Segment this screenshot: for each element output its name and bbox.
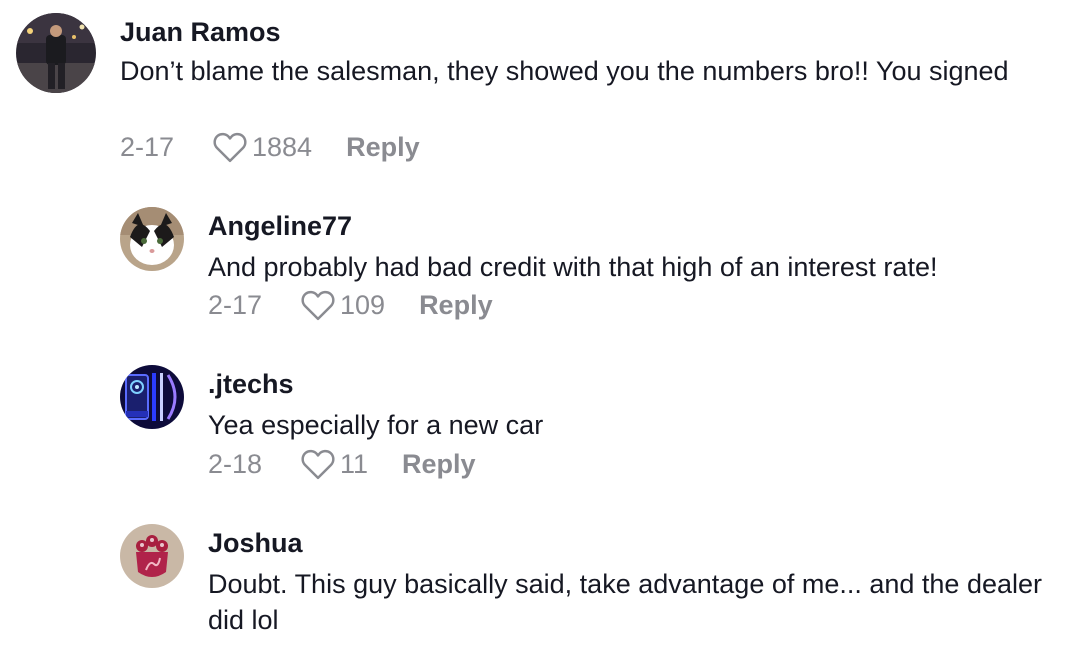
comment-meta: 2-17 1884 Reply xyxy=(120,131,420,163)
like-button[interactable]: 11 xyxy=(300,448,368,480)
avatar[interactable] xyxy=(16,13,96,93)
comment-username[interactable]: Juan Ramos xyxy=(120,17,281,48)
comment-text: And probably had bad credit with that hi… xyxy=(208,252,938,282)
comment-username[interactable]: Angeline77 xyxy=(208,211,352,242)
comment-date: 2-17 xyxy=(120,131,175,162)
heart-outline-icon xyxy=(301,449,335,480)
avatar[interactable] xyxy=(120,524,184,588)
comment-text: Doubt. This guy basically said, take adv… xyxy=(208,569,1043,635)
comment-meta: 2-18 11 Reply xyxy=(208,448,476,480)
avatar[interactable] xyxy=(120,365,184,429)
reply-button[interactable]: Reply xyxy=(419,290,493,321)
like-count: 11 xyxy=(340,448,369,479)
like-count: 1884 xyxy=(252,131,313,162)
comment-text: Don’t blame the salesman, they showed yo… xyxy=(120,56,1009,86)
comment-username[interactable]: .jtechs xyxy=(208,369,294,400)
like-button[interactable]: 1884 xyxy=(212,131,312,163)
reply-button[interactable]: Reply xyxy=(402,449,476,480)
comment-date: 2-17 xyxy=(208,289,263,320)
like-button[interactable]: 109 xyxy=(300,289,385,321)
like-count: 109 xyxy=(340,289,386,320)
comment-username[interactable]: Joshua xyxy=(208,528,303,559)
heart-outline-icon xyxy=(301,290,335,321)
comment-date: 2-18 xyxy=(208,448,263,479)
heart-outline-icon xyxy=(213,132,247,163)
reply-button[interactable]: Reply xyxy=(346,132,420,163)
avatar[interactable] xyxy=(120,207,184,271)
comment-meta: 2-17 109 Reply xyxy=(208,289,493,321)
comment-text: Yea especially for a new car xyxy=(208,410,544,440)
